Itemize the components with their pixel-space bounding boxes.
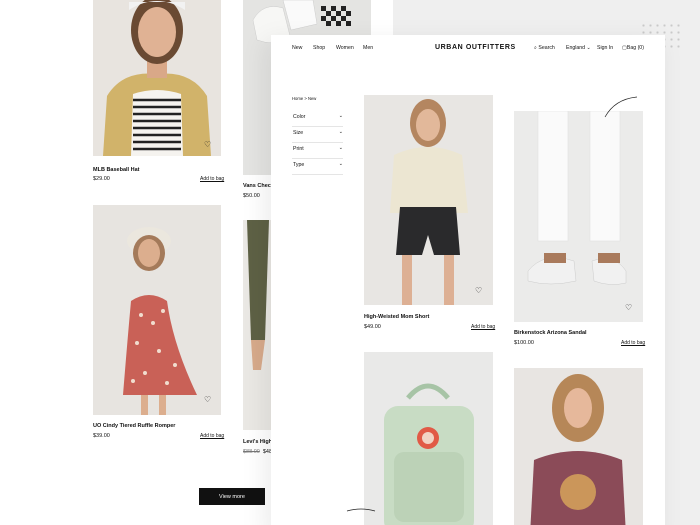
bag-label: Bag (0)	[626, 45, 644, 51]
nav-women[interactable]: Women	[336, 45, 354, 51]
filter-label: Type	[293, 162, 305, 168]
filter-label: Size	[293, 130, 304, 136]
product-price: $100.00	[514, 340, 534, 346]
product-image[interactable]	[93, 205, 221, 415]
view-more-button[interactable]: View more	[199, 488, 265, 505]
woman-knit-top-shorts-photo	[364, 95, 493, 305]
search-button[interactable]: ⌕ Search	[534, 45, 555, 52]
nav-new[interactable]: New	[292, 45, 302, 51]
heart-icon[interactable]: ♡	[204, 140, 211, 149]
graphic-tee-photo	[514, 368, 643, 525]
add-to-bag-link[interactable]: Add to bag	[200, 433, 224, 439]
add-to-bag-link[interactable]: Add to bag	[200, 176, 224, 182]
filter-size[interactable]: Size ⌄	[292, 127, 343, 143]
product-image[interactable]	[364, 352, 493, 525]
filter-label: Color	[293, 114, 306, 120]
chevron-down-icon: ⌄	[586, 45, 591, 51]
filter-print[interactable]: Print ⌄	[292, 143, 343, 159]
add-to-bag-link[interactable]: Add to bag	[471, 324, 495, 330]
region-select[interactable]: England ⌄	[566, 45, 591, 51]
product-price: $29.00	[93, 176, 110, 182]
search-icon: ⌕	[534, 45, 537, 51]
product-image[interactable]	[364, 95, 493, 305]
chevron-down-icon: ⌄	[338, 161, 343, 167]
breadcrumb[interactable]: Home > New	[292, 96, 316, 101]
product-title[interactable]: High-Weisted Mom Short	[364, 314, 429, 320]
search-label: Search	[538, 45, 555, 51]
chevron-down-icon: ⌄	[338, 113, 343, 119]
bag-button[interactable]: ▢Bag (0)	[622, 45, 644, 51]
chevron-down-icon: ⌄	[338, 145, 343, 151]
product-price: $50.00	[243, 193, 260, 199]
birkenstock-sandal-photo	[514, 111, 643, 322]
sign-in-link[interactable]: Sign In	[597, 45, 613, 51]
nav-men[interactable]: Men	[363, 45, 373, 51]
decorative-squiggle	[604, 96, 638, 118]
chevron-down-icon: ⌄	[338, 129, 343, 135]
product-title[interactable]: UO Cindy Tiered Ruffle Romper	[93, 423, 175, 429]
product-card-romper[interactable]: ♡ UO Cindy Tiered Ruffle Romper $39.00 A…	[93, 205, 224, 441]
product-image[interactable]	[514, 111, 643, 322]
product-card-sandal[interactable]: ♡ Birkenstock Arizona Sandal $100.00 Add…	[514, 111, 645, 351]
heart-icon[interactable]: ♡	[475, 286, 482, 295]
product-price: $39.00	[93, 433, 110, 439]
heart-icon[interactable]: ♡	[204, 395, 211, 404]
filter-type[interactable]: Type ⌄	[292, 159, 343, 175]
region-label: England	[566, 45, 586, 51]
product-image[interactable]	[514, 368, 643, 525]
original-price: $88.00	[243, 449, 260, 455]
heart-icon[interactable]: ♡	[625, 303, 632, 312]
filter-label: Print	[293, 146, 304, 152]
product-card-tee[interactable]	[514, 368, 643, 525]
floral-romper-photo	[93, 205, 221, 415]
brand-logo[interactable]: URBAN OUTFITTERS	[435, 44, 516, 51]
product-title[interactable]: MLB Baseball Hat	[93, 167, 139, 173]
product-price: $49.00	[364, 324, 381, 330]
decorative-squiggle	[346, 508, 376, 512]
top-navigation: New Shop Women Men URBAN OUTFITTERS ⌕ Se…	[271, 35, 665, 63]
add-to-bag-link[interactable]: Add to bag	[621, 340, 645, 346]
product-card-backpack[interactable]	[364, 352, 493, 525]
product-title[interactable]: Birkenstock Arizona Sandal	[514, 330, 587, 336]
woman-striped-top-photo	[93, 0, 221, 156]
product-card-mom-short[interactable]: ♡ High-Weisted Mom Short $49.00 Add to b…	[364, 95, 495, 335]
product-card-mlb-hat[interactable]: ♡ MLB Baseball Hat $29.00 Add to bag	[93, 0, 224, 185]
filter-sidebar: Color ⌄ Size ⌄ Print ⌄ Type ⌄	[292, 111, 343, 175]
green-backpack-photo	[364, 352, 493, 525]
front-product-page: New Shop Women Men URBAN OUTFITTERS ⌕ Se…	[271, 35, 665, 525]
filter-color[interactable]: Color ⌄	[292, 111, 343, 127]
nav-shop[interactable]: Shop	[313, 45, 325, 51]
product-image[interactable]	[93, 0, 221, 156]
